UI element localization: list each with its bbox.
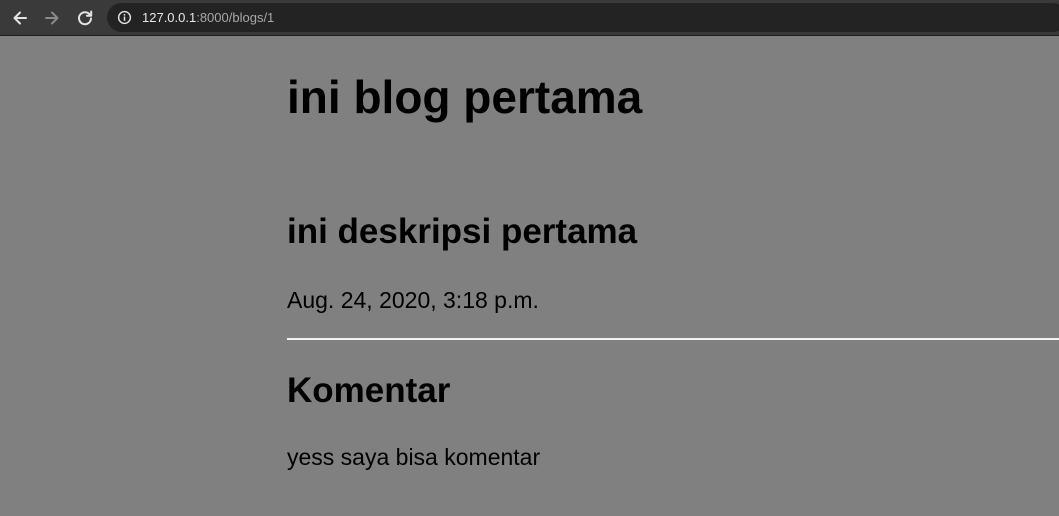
info-icon[interactable] — [117, 10, 132, 25]
url-path: :8000/blogs/1 — [196, 10, 275, 25]
forward-button[interactable] — [40, 6, 64, 30]
back-button[interactable] — [8, 6, 32, 30]
reload-button[interactable] — [73, 6, 97, 30]
comment-item: yess saya bisa komentar — [287, 444, 541, 470]
reload-icon — [78, 10, 93, 26]
arrow-right-icon — [45, 11, 59, 25]
comments-heading: Komentar — [287, 371, 451, 410]
address-bar[interactable]: 127.0.0.1:8000/blogs/1 — [107, 3, 1059, 32]
browser-toolbar: 127.0.0.1:8000/blogs/1 — [0, 0, 1059, 36]
blog-title: ini blog pertama — [287, 71, 643, 123]
arrow-left-icon — [13, 11, 27, 25]
blog-date: Aug. 24, 2020, 3:18 p.m. — [287, 287, 539, 313]
divider — [287, 338, 1059, 340]
blog-description: ini deskripsi pertama — [287, 212, 638, 251]
url-text[interactable]: 127.0.0.1:8000/blogs/1 — [142, 10, 274, 25]
url-host: 127.0.0.1 — [142, 10, 197, 25]
